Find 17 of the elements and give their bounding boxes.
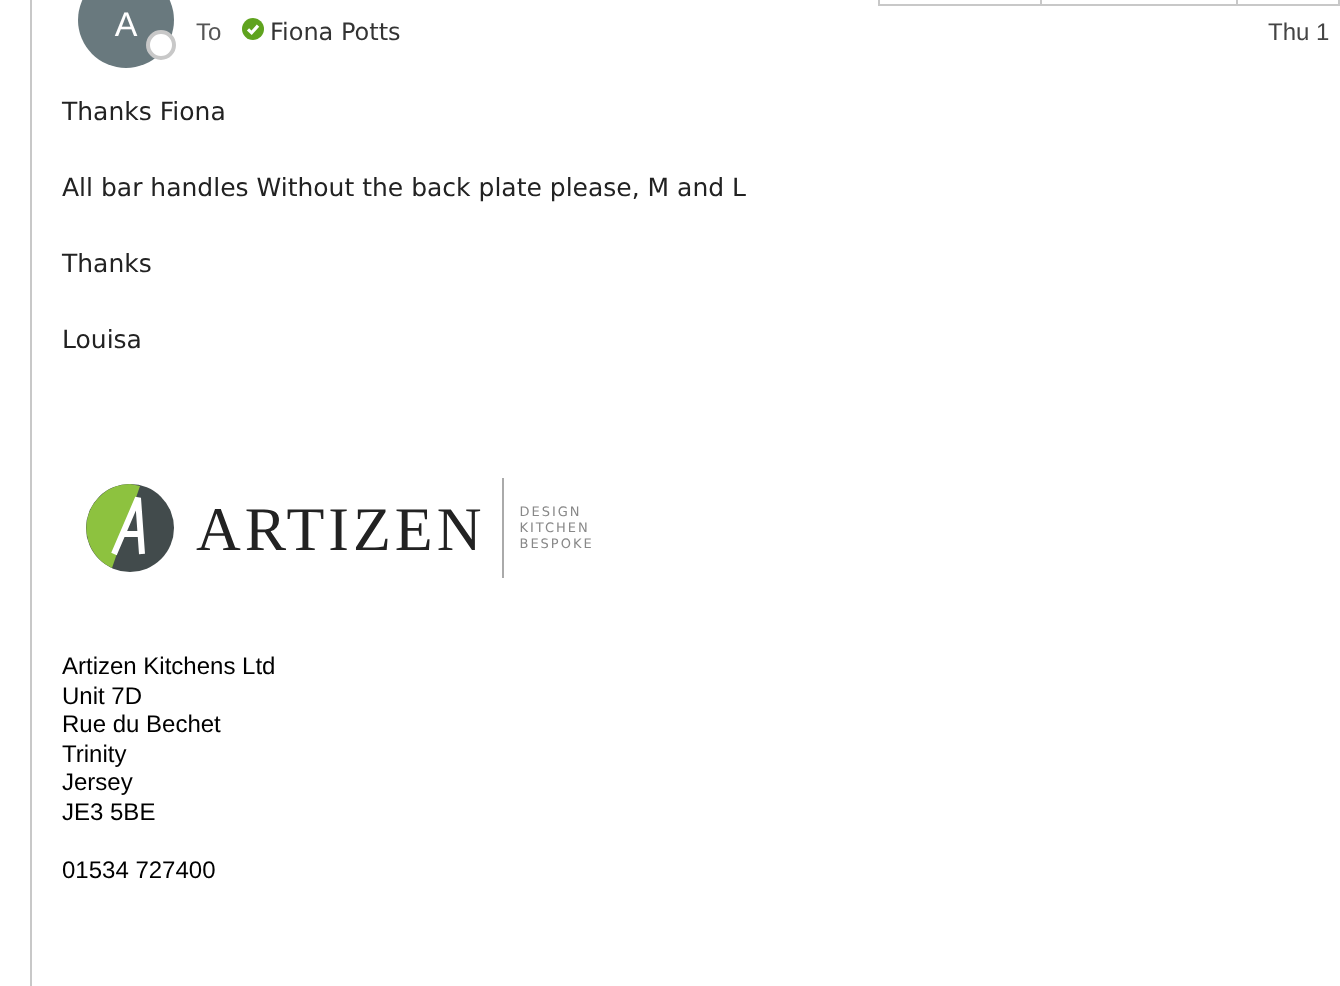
logo-emblem-icon [84,482,176,574]
avatar: A [78,0,174,68]
address-line: Unit 7D [62,681,143,710]
phone-number: 01534 727400 [62,855,216,884]
address-line: Rue du Bechet [62,710,221,739]
address-line: JE3 5BE [62,797,156,826]
message-text: Thanks Fiona [62,96,228,130]
logo-wordmark: ARTIZEN [196,497,486,559]
message-text: All bar handles Without the back plate please, M and L [62,172,749,206]
address-line: Artizen Kitchens Ltd [62,652,276,681]
date-text: Thu 1 [1268,16,1330,50]
message-text: Louisa [62,324,144,358]
to-label: To [196,16,222,50]
recipient-name[interactable]: Fiona Potts [270,14,401,50]
address-line: Jersey [62,768,133,797]
message-text: Thanks [62,248,154,282]
address-line: Trinity [62,739,127,768]
